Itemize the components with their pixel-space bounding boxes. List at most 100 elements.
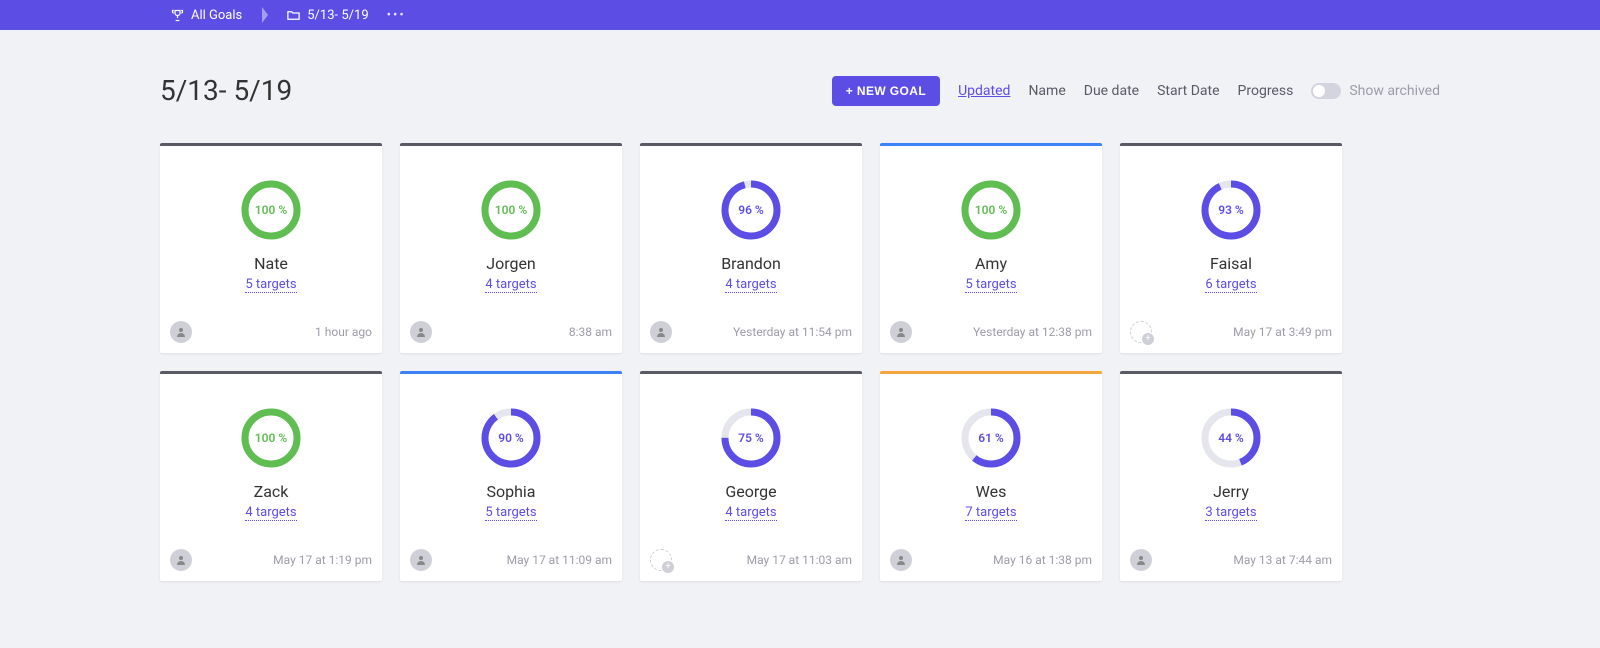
- timestamp: 1 hour ago: [315, 325, 372, 339]
- progress-percent: 100 %: [481, 180, 541, 240]
- breadcrumb-all-goals[interactable]: All Goals: [160, 0, 252, 30]
- card-footer: May 17 at 3:49 pm: [1130, 321, 1332, 343]
- progress-donut: 96 %: [721, 180, 781, 240]
- goal-owner-name: Sophia: [486, 482, 535, 501]
- progress-donut: 44 %: [1201, 408, 1261, 468]
- goal-owner-name: Amy: [975, 254, 1007, 273]
- progress-percent: 100 %: [241, 408, 301, 468]
- avatar: [890, 321, 912, 343]
- avatar: [890, 549, 912, 571]
- goal-owner-name: Faisal: [1210, 254, 1252, 273]
- targets-link[interactable]: 4 targets: [725, 505, 776, 521]
- breadcrumb-all-goals-label: All Goals: [191, 8, 242, 23]
- goal-card[interactable]: 100 % Nate 5 targets 1 hour ago: [160, 143, 382, 353]
- goal-owner-name: Jorgen: [486, 254, 536, 273]
- sort-updated[interactable]: Updated: [958, 83, 1010, 99]
- trophy-icon: [170, 8, 185, 23]
- progress-percent: 93 %: [1201, 180, 1261, 240]
- progress-percent: 96 %: [721, 180, 781, 240]
- right-controls: + NEW GOAL Updated Name Due date Start D…: [832, 76, 1440, 106]
- card-footer: May 16 at 1:38 pm: [890, 549, 1092, 571]
- progress-donut: 61 %: [961, 408, 1021, 468]
- goal-card[interactable]: 100 % Amy 5 targets Yesterday at 12:38 p…: [880, 143, 1102, 353]
- goal-owner-name: Wes: [976, 482, 1007, 501]
- timestamp: May 13 at 7:44 am: [1233, 553, 1332, 567]
- avatar: [650, 321, 672, 343]
- timestamp: May 17 at 11:09 am: [507, 553, 612, 567]
- progress-percent: 100 %: [961, 180, 1021, 240]
- goal-card[interactable]: 96 % Brandon 4 targets Yesterday at 11:5…: [640, 143, 862, 353]
- progress-donut: 100 %: [241, 408, 301, 468]
- show-archived-label: Show archived: [1349, 83, 1440, 99]
- progress-donut: 75 %: [721, 408, 781, 468]
- goal-card[interactable]: 75 % George 4 targets May 17 at 11:03 am: [640, 371, 862, 581]
- progress-percent: 100 %: [241, 180, 301, 240]
- targets-link[interactable]: 5 targets: [485, 505, 536, 521]
- toggle-icon[interactable]: [1311, 83, 1341, 99]
- targets-link[interactable]: 6 targets: [1205, 277, 1256, 293]
- timestamp: Yesterday at 12:38 pm: [973, 325, 1092, 339]
- show-archived-toggle[interactable]: Show archived: [1311, 83, 1440, 99]
- card-footer: May 13 at 7:44 am: [1130, 549, 1332, 571]
- targets-link[interactable]: 3 targets: [1205, 505, 1256, 521]
- goal-card[interactable]: 100 % Zack 4 targets May 17 at 1:19 pm: [160, 371, 382, 581]
- sort-progress[interactable]: Progress: [1238, 83, 1294, 99]
- card-footer: May 17 at 11:09 am: [410, 549, 612, 571]
- breadcrumb-folder[interactable]: 5/13- 5/19: [252, 0, 378, 30]
- folder-icon: [286, 8, 301, 23]
- targets-link[interactable]: 7 targets: [965, 505, 1016, 521]
- goal-card[interactable]: 100 % Jorgen 4 targets 8:38 am: [400, 143, 622, 353]
- card-footer: 8:38 am: [410, 321, 612, 343]
- goal-grid: 100 % Nate 5 targets 1 hour ago 100 % Jo…: [160, 143, 1440, 581]
- timestamp: May 16 at 1:38 pm: [993, 553, 1092, 567]
- breadcrumb-folder-label: 5/13- 5/19: [307, 8, 368, 23]
- sort-name[interactable]: Name: [1028, 83, 1065, 99]
- targets-link[interactable]: 4 targets: [725, 277, 776, 293]
- card-footer: 1 hour ago: [170, 321, 372, 343]
- avatar: [410, 321, 432, 343]
- add-assignee-icon[interactable]: [650, 549, 672, 571]
- goal-owner-name: Brandon: [721, 254, 781, 273]
- timestamp: May 17 at 3:49 pm: [1233, 325, 1332, 339]
- progress-donut: 90 %: [481, 408, 541, 468]
- targets-link[interactable]: 4 targets: [245, 505, 296, 521]
- goal-owner-name: Zack: [254, 482, 289, 501]
- new-goal-button[interactable]: + NEW GOAL: [832, 76, 940, 106]
- card-footer: Yesterday at 11:54 pm: [650, 321, 852, 343]
- progress-percent: 75 %: [721, 408, 781, 468]
- progress-percent: 44 %: [1201, 408, 1261, 468]
- avatar: [410, 549, 432, 571]
- timestamp: May 17 at 1:19 pm: [273, 553, 372, 567]
- goal-card[interactable]: 93 % Faisal 6 targets May 17 at 3:49 pm: [1120, 143, 1342, 353]
- goal-card[interactable]: 90 % Sophia 5 targets May 17 at 11:09 am: [400, 371, 622, 581]
- timestamp: Yesterday at 11:54 pm: [733, 325, 852, 339]
- targets-link[interactable]: 4 targets: [485, 277, 536, 293]
- header-row: 5/13- 5/19 + NEW GOAL Updated Name Due d…: [160, 74, 1440, 107]
- avatar: [1130, 549, 1152, 571]
- progress-donut: 100 %: [241, 180, 301, 240]
- targets-link[interactable]: 5 targets: [245, 277, 296, 293]
- goal-owner-name: Nate: [254, 254, 288, 273]
- card-footer: May 17 at 11:03 am: [650, 549, 852, 571]
- topbar: All Goals 5/13- 5/19 •••: [0, 0, 1600, 30]
- card-footer: Yesterday at 12:38 pm: [890, 321, 1092, 343]
- sort-due-date[interactable]: Due date: [1084, 83, 1139, 99]
- goal-card[interactable]: 44 % Jerry 3 targets May 13 at 7:44 am: [1120, 371, 1342, 581]
- avatar: [170, 549, 192, 571]
- main: 5/13- 5/19 + NEW GOAL Updated Name Due d…: [0, 30, 1600, 621]
- card-footer: May 17 at 1:19 pm: [170, 549, 372, 571]
- progress-donut: 100 %: [961, 180, 1021, 240]
- avatar: [170, 321, 192, 343]
- goal-card[interactable]: 61 % Wes 7 targets May 16 at 1:38 pm: [880, 371, 1102, 581]
- timestamp: 8:38 am: [569, 325, 612, 339]
- sort-start-date[interactable]: Start Date: [1157, 83, 1219, 99]
- add-assignee-icon[interactable]: [1130, 321, 1152, 343]
- timestamp: May 17 at 11:03 am: [747, 553, 852, 567]
- more-icon[interactable]: •••: [387, 8, 406, 23]
- progress-percent: 90 %: [481, 408, 541, 468]
- goal-owner-name: Jerry: [1213, 482, 1249, 501]
- targets-link[interactable]: 5 targets: [965, 277, 1016, 293]
- page-title: 5/13- 5/19: [160, 74, 292, 107]
- progress-donut: 100 %: [481, 180, 541, 240]
- goal-owner-name: George: [725, 482, 776, 501]
